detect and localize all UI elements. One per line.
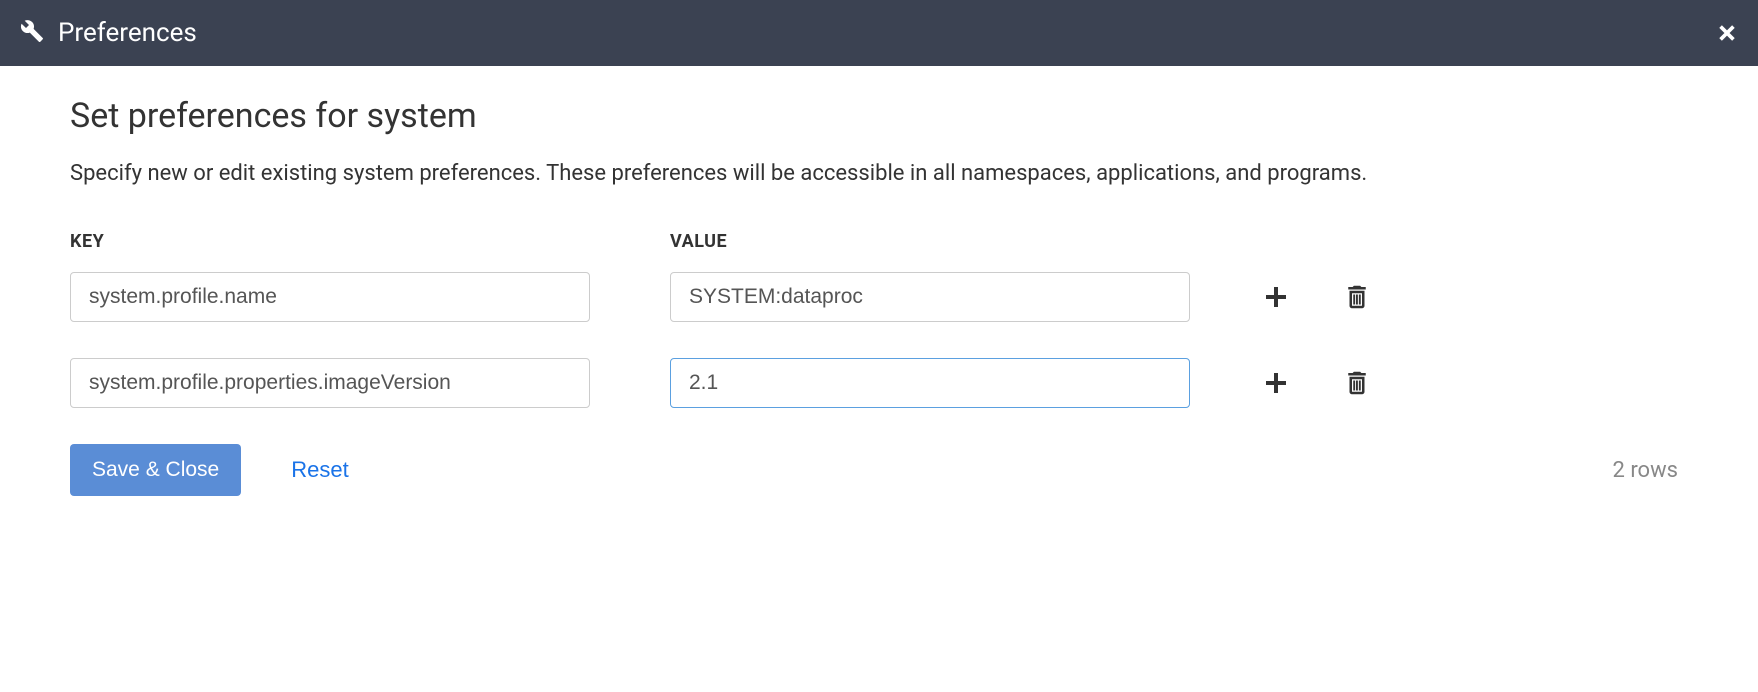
delete-row-button[interactable] [1342, 368, 1372, 398]
save-close-button[interactable]: Save & Close [70, 444, 241, 496]
value-input[interactable] [670, 272, 1190, 322]
preference-row [70, 272, 1688, 322]
plus-icon [1260, 367, 1292, 399]
row-count-label: 2 rows [1613, 458, 1679, 483]
add-row-button[interactable] [1260, 367, 1292, 399]
add-row-button[interactable] [1260, 281, 1292, 313]
preference-row [70, 358, 1688, 408]
column-header-key: KEY [70, 231, 670, 252]
close-button[interactable] [1716, 22, 1738, 44]
value-input[interactable] [670, 358, 1190, 408]
key-input[interactable] [70, 272, 590, 322]
plus-icon [1260, 281, 1292, 313]
page-subtitle: Specify new or edit existing system pref… [70, 156, 1688, 191]
reset-button[interactable]: Reset [291, 457, 348, 483]
wrench-icon [20, 19, 44, 47]
delete-row-button[interactable] [1342, 282, 1372, 312]
close-icon [1716, 22, 1738, 44]
trash-icon [1342, 282, 1372, 312]
header-title: Preferences [58, 18, 197, 48]
trash-icon [1342, 368, 1372, 398]
page-title: Set preferences for system [70, 96, 1688, 136]
column-header-value: VALUE [670, 231, 1190, 252]
key-input[interactable] [70, 358, 590, 408]
